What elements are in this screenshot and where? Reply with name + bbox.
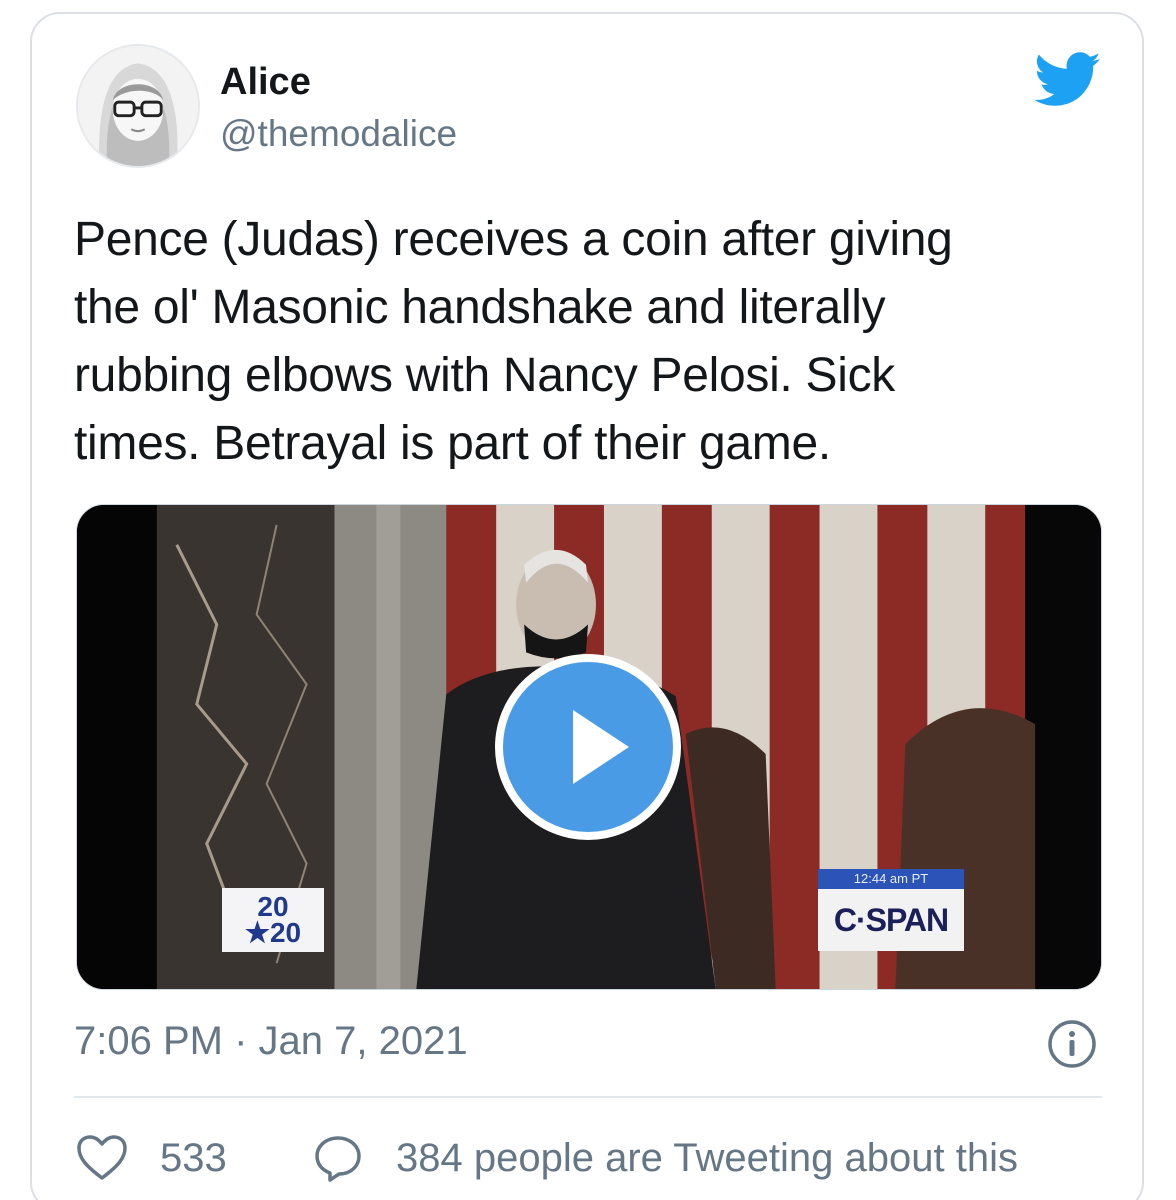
display-name[interactable]: Alice [220, 60, 311, 104]
user-handle[interactable]: @themodalice [220, 112, 457, 156]
user-avatar[interactable] [76, 44, 200, 168]
speech-bubble-icon[interactable] [312, 1132, 364, 1184]
people-tweeting-link[interactable]: 384 people are Tweeting about this [396, 1132, 1018, 1184]
divider [74, 1096, 1102, 1098]
tweet-text-line: times. Betrayal is part of their game. [74, 417, 831, 470]
tweet-text-line: Pence (Judas) receives a coin after givi… [74, 213, 953, 266]
event-logo-badge: 20 ★20 [222, 888, 324, 952]
info-icon[interactable] [1046, 1018, 1098, 1070]
tweet-timestamp[interactable]: 7:06 PM · Jan 7, 2021 [74, 1016, 468, 1066]
twitter-bird-icon[interactable] [1034, 52, 1102, 108]
broadcast-time: 12:44 am PT [818, 869, 964, 889]
cspan-logo: C·SPAN [818, 889, 964, 951]
play-button[interactable] [495, 654, 681, 840]
avatar-sketch-icon [78, 46, 198, 166]
tweet-text-line: the ol' Masonic handshake and literally [74, 281, 886, 334]
tweet-text: Pence (Judas) receives a coin after givi… [74, 206, 1114, 478]
event-logo-bottom: ★20 [244, 917, 302, 948]
play-icon [573, 710, 629, 784]
play-button-fill [503, 662, 673, 832]
tweet-text-line: rubbing elbows with Nancy Pelosi. Sick [74, 349, 895, 402]
heart-icon[interactable] [76, 1134, 128, 1182]
like-count[interactable]: 533 [160, 1132, 227, 1184]
